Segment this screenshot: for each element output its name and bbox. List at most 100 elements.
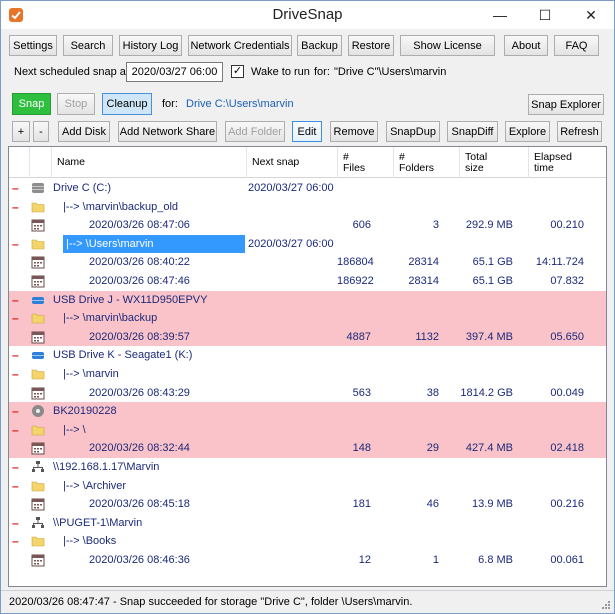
column-header-elapsed[interactable]: Elapsed time xyxy=(528,147,606,178)
table-row[interactable]: – |--> \Books xyxy=(9,532,606,551)
table-row[interactable]: – \\192.168.1.17\Marvin xyxy=(9,458,606,477)
refresh-button[interactable]: Refresh xyxy=(557,121,602,142)
table-row[interactable]: – |--> \ xyxy=(9,420,606,440)
cleanup-button[interactable]: Cleanup xyxy=(102,93,152,115)
row-folders xyxy=(393,309,439,328)
row-name[interactable]: |--> \ xyxy=(63,421,86,440)
column-header-icon[interactable] xyxy=(29,147,51,178)
column-header-expander[interactable] xyxy=(9,147,29,178)
column-header-folders[interactable]: # Folders xyxy=(393,147,459,178)
table-row[interactable]: 2020/03/26 08:45:18 181 46 13.9 MB 00.216 xyxy=(9,495,606,514)
title-bar[interactable]: DriveSnap — ☐ ✕ xyxy=(1,1,614,29)
row-name[interactable]: BK20190228 xyxy=(53,402,117,421)
collapse-toggle[interactable]: – xyxy=(12,291,19,310)
show-license-button[interactable]: Show License xyxy=(400,35,495,56)
status-message: 2020/03/26 08:47:47 - Snap succeeded for… xyxy=(9,596,413,608)
row-name[interactable]: \\192.168.1.17\Marvin xyxy=(53,458,159,477)
row-name[interactable]: |--> \Users\marvin xyxy=(63,234,245,254)
table-row[interactable]: 2020/03/26 08:32:44 148 29 427.4 MB 02.418 xyxy=(9,439,606,458)
edit-button[interactable]: Edit xyxy=(292,121,322,142)
about-button[interactable]: About xyxy=(504,35,548,56)
row-name[interactable]: 2020/03/26 08:32:44 xyxy=(89,439,190,458)
row-name[interactable]: Drive C (C:) xyxy=(53,179,111,198)
table-row[interactable]: 2020/03/26 08:39:57 4887 1132 397.4 MB 05.65… xyxy=(9,327,606,347)
collapse-toggle[interactable]: – xyxy=(12,179,19,198)
column-header-name[interactable]: Name xyxy=(51,147,246,178)
table-row[interactable]: 2020/03/26 08:47:06 606 3 292.9 MB 00.210 xyxy=(9,216,606,235)
add-disk-button[interactable]: Add Disk xyxy=(58,121,110,142)
snapdup-button[interactable]: SnapDup xyxy=(386,121,440,142)
table-row[interactable]: – |--> \Archiver xyxy=(9,477,606,496)
settings-button[interactable]: Settings xyxy=(9,35,57,56)
row-next-snap: 2020/03/27 06:00 xyxy=(248,237,334,250)
maximize-button[interactable]: ☐ xyxy=(523,1,567,29)
stop-button[interactable]: Stop xyxy=(57,93,95,115)
row-folders xyxy=(393,514,439,533)
collapse-toggle[interactable]: – xyxy=(12,235,19,254)
row-name[interactable]: |--> \Books xyxy=(63,532,116,551)
expand-all-button[interactable]: + xyxy=(12,121,30,142)
row-name[interactable]: |--> \marvin xyxy=(63,365,119,384)
explore-button[interactable]: Explore xyxy=(505,121,550,142)
collapse-toggle[interactable]: – xyxy=(12,198,19,217)
table-row[interactable]: 2020/03/26 08:47:46 186922 28314 65.1 GB 07.… xyxy=(9,272,606,291)
row-name[interactable]: USB Drive K - Seagate1 (K:) xyxy=(53,346,192,365)
table-row[interactable]: 2020/03/26 08:43:29 563 38 1814.2 GB 00.049 xyxy=(9,384,606,403)
table-row[interactable]: – |--> \marvin\backup_old xyxy=(9,198,606,217)
table-row[interactable]: – BK20190228 xyxy=(9,402,606,421)
close-button[interactable]: ✕ xyxy=(569,1,613,29)
table-row[interactable]: – Drive C (C:) 2020/03/27 06:00 xyxy=(9,179,606,198)
table-row[interactable]: – USB Drive J - WX11D950EPVY xyxy=(9,290,606,310)
row-name[interactable]: |--> \Archiver xyxy=(63,477,126,496)
backup-button[interactable]: Backup xyxy=(297,35,342,56)
table-row[interactable]: 2020/03/26 08:40:22 186804 28314 65.1 GB 14:… xyxy=(9,253,606,272)
table-row[interactable]: – USB Drive K - Seagate1 (K:) xyxy=(9,346,606,365)
collapse-toggle[interactable]: – xyxy=(12,532,19,551)
table-row[interactable]: 2020/03/26 08:46:36 12 1 6.8 MB 00.061 xyxy=(9,551,606,570)
add-network-share-button[interactable]: Add Network Share xyxy=(118,121,217,142)
row-name[interactable]: 2020/03/26 08:43:29 xyxy=(89,384,190,403)
remove-button[interactable]: Remove xyxy=(330,121,378,142)
action-target-path[interactable]: Drive C:\Users\marvin xyxy=(186,98,294,110)
collapse-toggle[interactable]: – xyxy=(12,346,19,365)
resize-grip-icon[interactable] xyxy=(601,600,611,610)
network-credentials-button[interactable]: Network Credentials xyxy=(188,35,292,56)
column-header-size[interactable]: Total size xyxy=(459,147,528,178)
collapse-toggle[interactable]: – xyxy=(12,421,19,440)
table-row[interactable]: – |--> \Users\marvin 2020/03/27 06:00 xyxy=(9,234,606,254)
table-row[interactable]: – |--> \marvin\backup xyxy=(9,309,606,328)
snap-button[interactable]: Snap xyxy=(12,93,51,115)
snapdiff-button[interactable]: SnapDiff xyxy=(447,121,498,142)
column-header-next-snap[interactable]: Next snap xyxy=(246,147,337,178)
row-name[interactable]: \\PUGET-1\Marvin xyxy=(53,514,142,533)
collapse-toggle[interactable]: – xyxy=(12,365,19,384)
wake-to-run-checkbox[interactable]: ✓ xyxy=(231,65,244,78)
next-scheduled-date-field[interactable]: 2020/03/27 06:00 xyxy=(126,62,223,82)
table-row[interactable]: – |--> \marvin xyxy=(9,365,606,384)
row-name[interactable]: |--> \marvin\backup xyxy=(63,309,157,328)
collapse-toggle[interactable]: – xyxy=(12,458,19,477)
minimize-button[interactable]: — xyxy=(478,1,522,29)
collapse-toggle[interactable]: – xyxy=(12,402,19,421)
snap-explorer-button[interactable]: Snap Explorer xyxy=(528,94,604,115)
snapshot-table[interactable]: Name Next snap # Files # Folders Total s… xyxy=(8,146,607,587)
search-button[interactable]: Search xyxy=(63,35,113,56)
column-header-files[interactable]: # Files xyxy=(337,147,393,178)
faq-button[interactable]: FAQ xyxy=(554,35,599,56)
row-name[interactable]: 2020/03/26 08:39:57 xyxy=(89,328,190,347)
row-name[interactable]: 2020/03/26 08:46:36 xyxy=(89,551,190,570)
collapse-toggle[interactable]: – xyxy=(12,477,19,496)
collapse-all-button[interactable]: - xyxy=(33,121,49,142)
row-name[interactable]: USB Drive J - WX11D950EPVY xyxy=(53,291,207,310)
history-log-button[interactable]: History Log xyxy=(119,35,182,56)
restore-button[interactable]: Restore xyxy=(348,35,394,56)
collapse-toggle[interactable]: – xyxy=(12,514,19,533)
row-name[interactable]: 2020/03/26 08:47:46 xyxy=(89,272,190,291)
row-name[interactable]: 2020/03/26 08:45:18 xyxy=(89,495,190,514)
table-row[interactable]: – \\PUGET-1\Marvin xyxy=(9,514,606,533)
row-name[interactable]: 2020/03/26 08:40:22 xyxy=(89,253,190,272)
add-folder-button[interactable]: Add Folder xyxy=(225,121,285,142)
row-name[interactable]: |--> \marvin\backup_old xyxy=(63,198,178,217)
collapse-toggle[interactable]: – xyxy=(12,309,19,328)
row-name[interactable]: 2020/03/26 08:47:06 xyxy=(89,216,190,235)
